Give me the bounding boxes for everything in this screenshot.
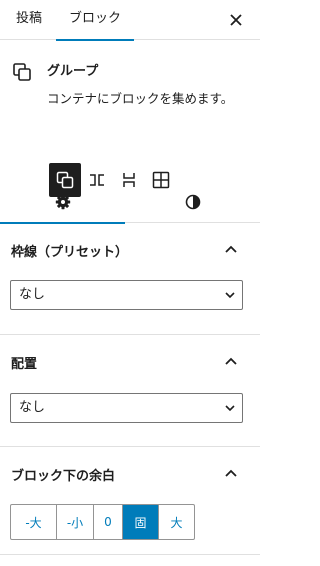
chevron-up-icon xyxy=(225,469,237,477)
margin-option-large[interactable]: 大 xyxy=(159,505,194,539)
alignment-panel: 配置 なし xyxy=(0,335,260,447)
bottom-margin-toggle[interactable] xyxy=(220,462,242,484)
alignment-value: なし xyxy=(19,400,46,415)
margin-option-small-negative[interactable]: -小 xyxy=(57,505,94,539)
tab-post[interactable]: 投稿 xyxy=(10,0,48,40)
tab-block[interactable]: ブロック xyxy=(56,0,134,41)
half-circle-icon xyxy=(185,194,200,209)
block-card: グループ コンテナにブロックを集めます。 xyxy=(0,40,260,197)
border-preset-value: なし xyxy=(19,287,46,302)
chevron-up-icon xyxy=(225,357,237,365)
tab-styles[interactable] xyxy=(130,180,255,223)
margin-option-zero[interactable]: 0 xyxy=(94,505,123,539)
bottom-margin-segmented-control: -大 -小 0 固 大 xyxy=(10,504,195,540)
chevron-down-icon xyxy=(225,292,235,299)
alignment-toggle[interactable] xyxy=(220,350,242,372)
block-card-title: グループ xyxy=(47,64,99,79)
border-preset-select[interactable]: なし xyxy=(10,280,243,310)
inspector-subtabs xyxy=(0,180,260,224)
margin-option-fixed[interactable]: 固 xyxy=(123,505,159,539)
close-button[interactable] xyxy=(222,6,250,34)
chevron-up-icon xyxy=(225,245,237,253)
margin-option-large-negative[interactable]: -大 xyxy=(11,505,57,539)
close-icon xyxy=(230,14,242,26)
chevron-down-icon xyxy=(225,405,235,412)
border-preset-toggle[interactable] xyxy=(220,238,242,260)
group-block-icon xyxy=(13,63,31,81)
sidebar-tabs: 投稿 ブロック xyxy=(0,0,260,41)
tab-settings[interactable] xyxy=(0,180,125,224)
bottom-margin-title: ブロック下の余白 xyxy=(11,469,116,484)
alignment-title: 配置 xyxy=(11,357,38,372)
border-preset-panel: 枠線（プリセット） なし xyxy=(0,223,260,335)
gear-icon xyxy=(55,194,70,209)
border-preset-title: 枠線（プリセット） xyxy=(11,245,129,260)
alignment-select[interactable]: なし xyxy=(10,393,243,423)
block-card-description: コンテナにブロックを集めます。 xyxy=(47,91,234,106)
